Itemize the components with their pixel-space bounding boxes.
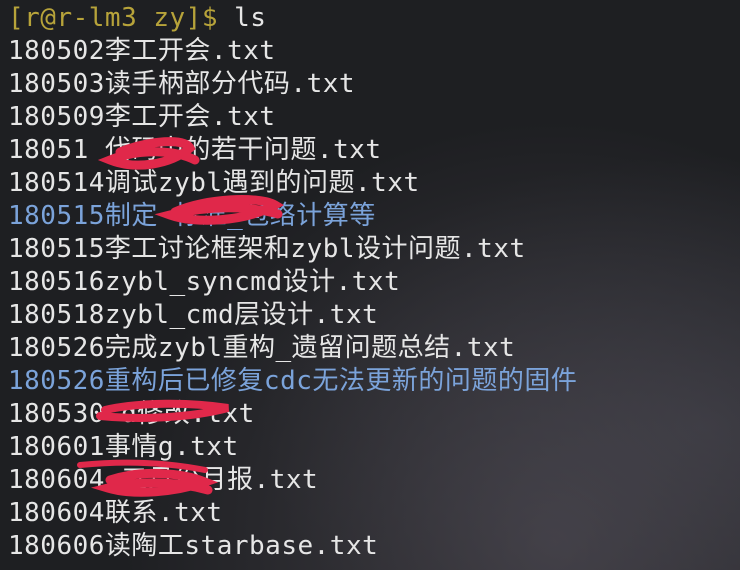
file-name: 180606读陶工starbase.txt (8, 531, 379, 561)
list-item: 180526完成zybl重构_遗留问题总结.txt (8, 332, 740, 365)
list-item: 180526重构后已修复cdc无法更新的问题的固件 (8, 365, 740, 398)
terminal-window[interactable]: [r@r-lm3 zy]$ ls 180502李工开会.txt 180503读手… (0, 0, 740, 570)
file-name: 180515李工讨论框架和zybl设计问题.txt (8, 234, 526, 264)
file-name: 180502李工开会.txt (8, 36, 276, 66)
list-item: 180514调试zybl遇到的问题.txt (8, 167, 740, 200)
file-name: 180503读手柄部分代码.txt (8, 69, 356, 99)
file-name: 180518zybl_cmd层设计.txt (8, 300, 379, 330)
list-item: 180509李工开会.txt (8, 101, 740, 134)
list-item: 180515制定 标准_包络计算等 (8, 200, 740, 233)
file-name: 180514调试zybl遇到的问题.txt (8, 168, 420, 198)
list-item: 180502李工开会.txt (8, 35, 740, 68)
list-item: 180601事情g.txt (8, 431, 740, 464)
prompt: [r@r-lm3 zy]$ (8, 3, 218, 33)
directory-name: 180515制定 标准_包络计算等 (8, 201, 376, 231)
list-item: 180518zybl_cmd层设计.txt (8, 299, 740, 332)
file-name: 180516zybl_syncmd设计.txt (8, 267, 401, 297)
file-name: 180604 五月份月报.txt (8, 465, 319, 495)
file-name: 18051 代码中的若干问题.txt (8, 135, 382, 165)
list-item: 180503读手柄部分代码.txt (8, 68, 740, 101)
file-name: 180526完成zybl重构_遗留问题总结.txt (8, 333, 516, 363)
directory-name: 180526重构后已修复cdc无法更新的问题的固件 (8, 366, 578, 396)
command: ls (234, 3, 267, 33)
prompt-line: [r@r-lm3 zy]$ ls (8, 2, 740, 35)
list-item: 180516zybl_syncmd设计.txt (8, 266, 740, 299)
file-name: 180601事情g.txt (8, 432, 239, 462)
file-name: 180530 d修改.txt (8, 399, 255, 429)
file-name: 180509李工开会.txt (8, 102, 276, 132)
list-item: 180604 五月份月报.txt (8, 464, 740, 497)
list-item: 180530 d修改.txt (8, 398, 740, 431)
file-name: 180604联系.txt (8, 498, 223, 528)
list-item: 18051 代码中的若干问题.txt (8, 134, 740, 167)
list-item: 180604联系.txt (8, 497, 740, 530)
list-item: 180515李工讨论框架和zybl设计问题.txt (8, 233, 740, 266)
list-item: 180606读陶工starbase.txt (8, 530, 740, 563)
